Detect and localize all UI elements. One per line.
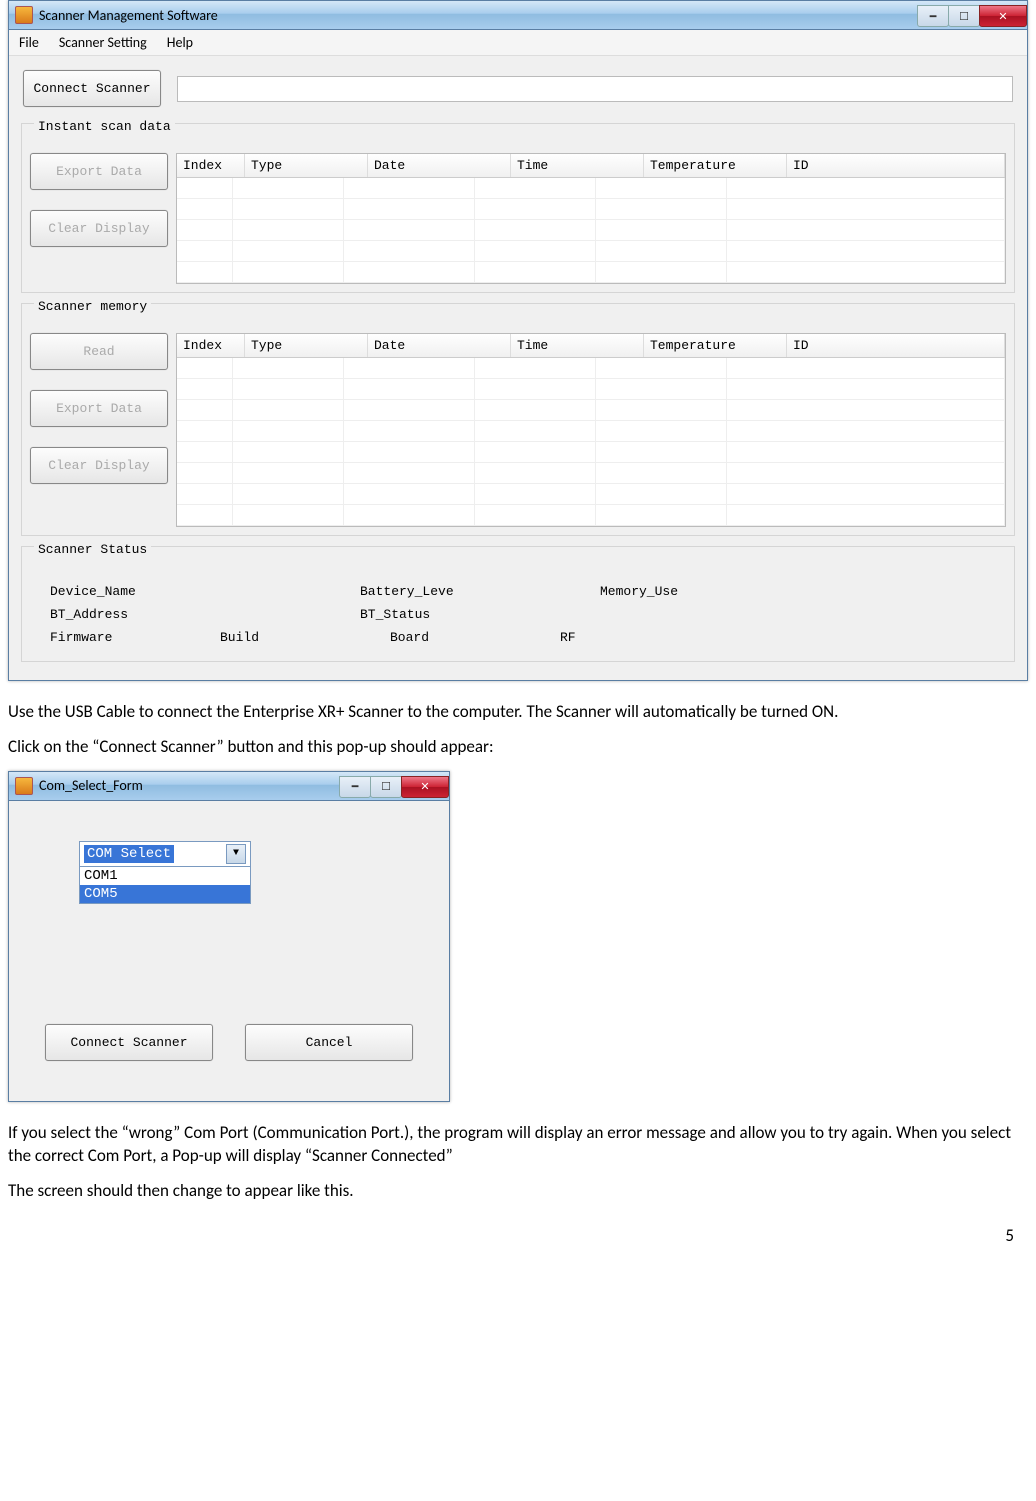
close-button[interactable]: ✕ (979, 5, 1027, 27)
status-battery: Battery_Leve (360, 584, 470, 599)
combo-option-com1[interactable]: COM1 (80, 867, 250, 885)
combo-option-com5[interactable]: COM5 (80, 885, 250, 903)
clear-display-button[interactable]: Clear Display (30, 210, 168, 247)
col-type-2: Type (245, 334, 368, 357)
maximize-button-2[interactable]: ☐ (370, 776, 402, 798)
col-temp: Temperature (644, 154, 787, 177)
instant-scan-group: Instant scan data Export Data Clear Disp… (21, 123, 1015, 293)
prose-2: Click on the “Connect Scanner” button an… (8, 736, 1028, 759)
status-bt-address: BT_Address (50, 607, 160, 622)
memory-data-table[interactable]: Index Type Date Time Temperature ID (176, 333, 1006, 527)
prose-1: Use the USB Cable to connect the Enterpr… (8, 701, 1028, 724)
export-data-button-2[interactable]: Export Data (30, 390, 168, 427)
titlebar-2: Com_Select_Form ━ ☐ ✕ (9, 772, 449, 801)
clear-display-button-2[interactable]: Clear Display (30, 447, 168, 484)
close-button-2[interactable]: ✕ (401, 776, 449, 798)
menu-help[interactable]: Help (167, 34, 193, 51)
connect-scanner-button-2[interactable]: Connect Scanner (45, 1024, 213, 1061)
status-text-field[interactable] (177, 76, 1013, 102)
col-time: Time (511, 154, 644, 177)
app-icon (15, 6, 33, 24)
scanner-management-window: Scanner Management Software ━ ☐ ✕ File S… (8, 0, 1028, 681)
col-index: Index (177, 154, 245, 177)
page-number: 5 (8, 1215, 1028, 1256)
col-temp-2: Temperature (644, 334, 787, 357)
connect-scanner-button[interactable]: Connect Scanner (23, 70, 161, 107)
cancel-button[interactable]: Cancel (245, 1024, 413, 1061)
col-date-2: Date (368, 334, 511, 357)
status-board: Board (390, 630, 500, 645)
read-button[interactable]: Read (30, 333, 168, 370)
col-time-2: Time (511, 334, 644, 357)
scanner-status-group: Scanner Status Device_Name Battery_Leve … (21, 546, 1015, 662)
menu-file[interactable]: File (19, 34, 39, 51)
col-type: Type (245, 154, 368, 177)
status-firmware: Firmware (50, 630, 160, 645)
status-device-name: Device_Name (50, 584, 160, 599)
status-bt-status: BT_Status (360, 607, 470, 622)
com-select-combo[interactable]: COM Select ▼ COM1 COM5 (79, 841, 251, 904)
col-id-2: ID (787, 334, 1005, 357)
window-title: Scanner Management Software (39, 7, 218, 24)
status-build: Build (220, 630, 330, 645)
app-icon-2 (15, 777, 33, 795)
scanner-memory-group: Scanner memory Read Export Data Clear Di… (21, 303, 1015, 536)
window-title-2: Com_Select_Form (39, 777, 143, 794)
instant-data-table[interactable]: Index Type Date Time Temperature ID (176, 153, 1006, 284)
group-title-memory: Scanner memory (34, 299, 151, 314)
menu-scanner-setting[interactable]: Scanner Setting (59, 34, 147, 51)
status-rf: RF (560, 630, 590, 645)
minimize-button-2[interactable]: ━ (339, 776, 371, 798)
export-data-button[interactable]: Export Data (30, 153, 168, 190)
combo-list: COM1 COM5 (80, 867, 250, 903)
group-title-instant: Instant scan data (34, 119, 175, 134)
minimize-button[interactable]: ━ (917, 5, 949, 27)
com-select-window: Com_Select_Form ━ ☐ ✕ COM Select ▼ COM1 … (8, 771, 450, 1102)
col-index-2: Index (177, 334, 245, 357)
prose-3: If you select the “wrong” Com Port (Comm… (8, 1122, 1028, 1168)
combo-selected: COM Select (84, 845, 174, 863)
group-title-status: Scanner Status (34, 542, 151, 557)
menubar: File Scanner Setting Help (9, 30, 1027, 56)
col-id: ID (787, 154, 1005, 177)
col-date: Date (368, 154, 511, 177)
status-memory-use: Memory_Use (600, 584, 710, 599)
maximize-button[interactable]: ☐ (948, 5, 980, 27)
titlebar: Scanner Management Software ━ ☐ ✕ (9, 1, 1027, 30)
prose-4: The screen should then change to appear … (8, 1180, 1028, 1203)
chevron-down-icon[interactable]: ▼ (226, 844, 246, 864)
